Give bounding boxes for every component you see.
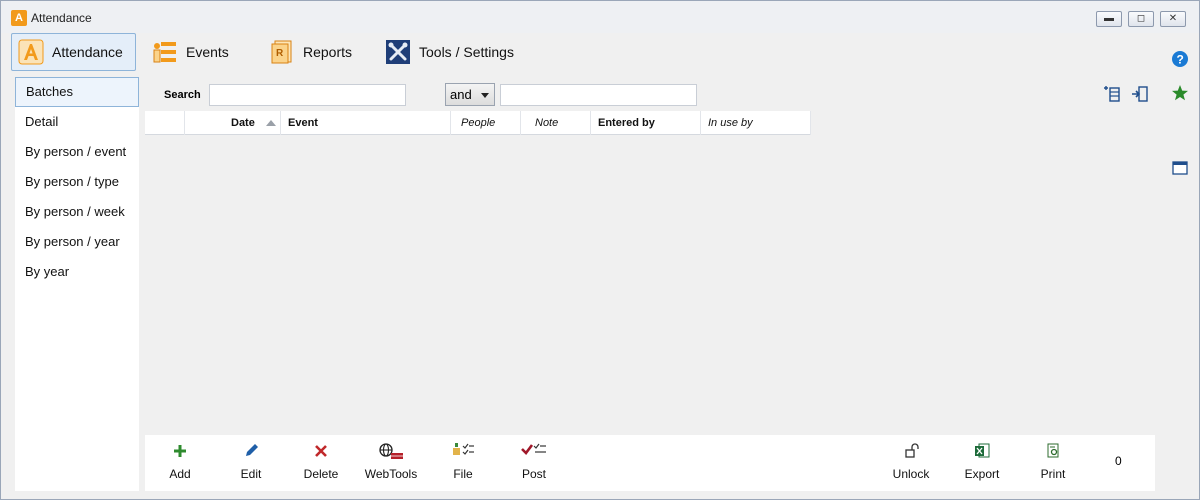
sidebar: Batches Detail By person / event By pers… (15, 77, 139, 491)
layout-import-icon[interactable] (1131, 85, 1149, 103)
svg-text:?: ? (1177, 53, 1184, 67)
reports-icon: R (271, 40, 292, 64)
nav-tools-settings[interactable]: Tools / Settings (379, 33, 539, 71)
search-input[interactable] (209, 84, 406, 106)
sidebar-item-by-person-event[interactable]: By person / event (15, 137, 139, 167)
nav-label: Attendance (52, 44, 123, 60)
sidebar-item-by-person-week[interactable]: By person / week (15, 197, 139, 227)
app-icon: A (11, 10, 27, 26)
button-label: Add (169, 467, 191, 481)
column-header-event[interactable]: Event (281, 111, 451, 135)
grid-header: Date Event People Note Entered by In use… (145, 111, 811, 135)
nav-label: Tools / Settings (419, 44, 514, 60)
check-post-icon (521, 443, 546, 455)
tools-icon (386, 40, 410, 64)
column-label: Event (288, 117, 318, 129)
minimize-button[interactable]: ▬ (1096, 11, 1122, 27)
nav-events[interactable]: Events (146, 33, 256, 71)
top-navigation: Attendance Events R Reports Tools / Sett… (1, 33, 1161, 73)
sidebar-item-detail[interactable]: Detail (15, 107, 139, 137)
nav-label: Events (186, 44, 229, 60)
button-label: Export (964, 467, 1000, 481)
column-label: Note (535, 117, 559, 129)
column-label: Date (231, 117, 255, 129)
column-header-in-use-by[interactable]: In use by (701, 111, 811, 135)
edit-button[interactable]: Edit (216, 435, 286, 491)
title-bar: A Attendance ▬ ◻ ✕ (1, 1, 1199, 33)
maximize-button[interactable]: ◻ (1128, 11, 1154, 27)
sidebar-item-batches[interactable]: Batches (15, 77, 139, 107)
button-label: File (453, 467, 473, 481)
nav-attendance[interactable]: Attendance (11, 33, 136, 71)
column-label: People (461, 117, 496, 129)
button-label: Edit (240, 467, 262, 481)
right-icon-strip: ? (1161, 33, 1199, 499)
attendance-icon (18, 39, 44, 65)
column-header-people[interactable]: People (451, 111, 521, 135)
button-label: Post (521, 467, 546, 481)
sidebar-item-by-person-year[interactable]: By person / year (15, 227, 139, 257)
nav-reports[interactable]: R Reports (263, 33, 373, 71)
operator-select[interactable]: and (445, 83, 495, 106)
button-label: Unlock (892, 467, 930, 481)
column-label: In use by (708, 117, 753, 129)
main-content: Search and Date Event People Note Entere… (145, 77, 1155, 491)
button-label: Print (1040, 467, 1066, 481)
grid-row-selector-header (145, 111, 185, 135)
globe-icon (379, 443, 403, 459)
column-label: Entered by (598, 117, 655, 129)
plus-icon (174, 445, 186, 457)
file-button[interactable]: File (428, 435, 498, 491)
bottom-toolbar: Add Edit Delete WebTools File Post Unloc… (145, 435, 1155, 491)
batches-grid: Date Event People Note Entered by In use… (145, 111, 1155, 437)
search-label: Search (164, 89, 201, 101)
column-header-date[interactable]: Date (185, 111, 281, 135)
search-input-secondary[interactable] (500, 84, 697, 106)
post-button[interactable]: Post (499, 435, 569, 491)
chevron-down-icon (481, 93, 489, 98)
column-chooser-icon[interactable] (1103, 85, 1121, 103)
attendance-window: A Attendance ▬ ◻ ✕ Attendance Events R R… (0, 0, 1200, 500)
sort-ascending-icon (266, 120, 276, 126)
webtools-button[interactable]: WebTools (356, 435, 426, 491)
window-title: Attendance (31, 11, 92, 25)
file-checklist-icon (453, 443, 474, 455)
operator-value: and (450, 87, 472, 102)
delete-button[interactable]: Delete (286, 435, 356, 491)
svg-text:R: R (276, 48, 284, 59)
record-count: 0 (1115, 454, 1122, 468)
close-button[interactable]: ✕ (1160, 11, 1186, 27)
button-label: Delete (303, 467, 339, 481)
events-icon (153, 42, 176, 63)
lock-icon (905, 443, 919, 458)
sidebar-item-by-person-type[interactable]: By person / type (15, 167, 139, 197)
print-icon (1047, 443, 1059, 458)
sidebar-item-by-year[interactable]: By year (15, 257, 139, 287)
unlock-button[interactable]: Unlock (876, 435, 946, 491)
excel-icon (975, 443, 990, 458)
button-label: WebTools (364, 467, 418, 481)
pencil-icon (246, 444, 258, 456)
column-header-note[interactable]: Note (521, 111, 591, 135)
add-button[interactable]: Add (145, 435, 215, 491)
print-button[interactable]: Print (1018, 435, 1088, 491)
column-header-entered-by[interactable]: Entered by (591, 111, 701, 135)
export-button[interactable]: Export (947, 435, 1017, 491)
window-icon[interactable] (1171, 159, 1189, 177)
help-icon[interactable]: ? (1171, 50, 1189, 68)
nav-label: Reports (303, 44, 353, 60)
star-icon[interactable] (1171, 84, 1189, 102)
x-icon (315, 445, 327, 457)
